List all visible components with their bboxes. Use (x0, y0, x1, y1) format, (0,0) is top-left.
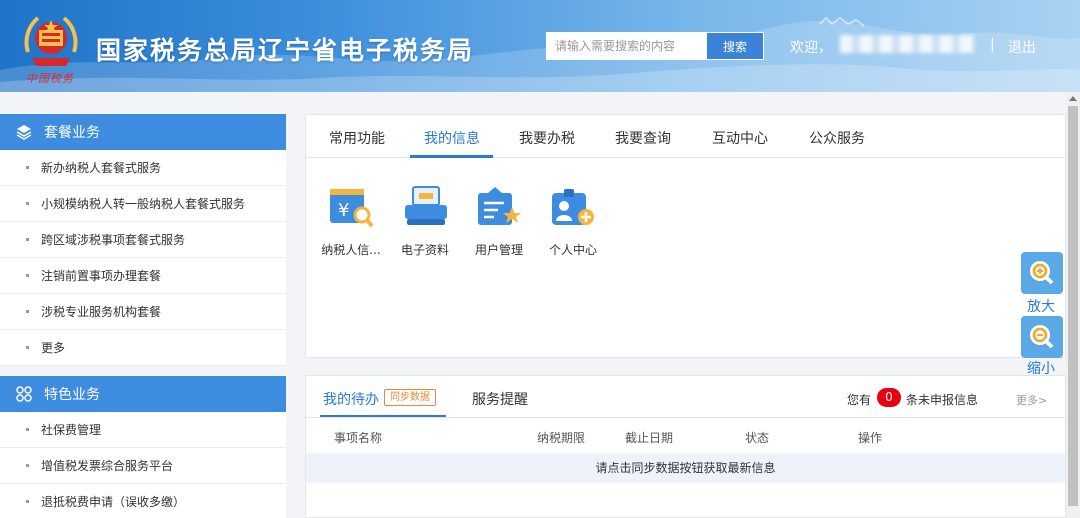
sidebar-item-cross-region[interactable]: 跨区域涉税事项套餐式服务 (0, 222, 286, 258)
scroll-up-arrow-icon[interactable] (1069, 96, 1077, 101)
app-label-taxpayer-info[interactable]: 纳税人信... (314, 241, 388, 258)
scroll-thumb[interactable] (1068, 106, 1078, 506)
active-tab-indicator (320, 415, 446, 417)
sidebar-item-label: 更多 (41, 341, 66, 355)
sidebar-section-title: 特色业务 (44, 387, 100, 403)
personal-center-icon[interactable] (550, 185, 596, 229)
column-header-status: 状态 (745, 431, 770, 445)
sidebar-item-new-taxpayer[interactable]: 新办纳税人套餐式服务 (0, 150, 286, 186)
vertical-scrollbar[interactable] (1066, 92, 1080, 518)
app-label-personal-center[interactable]: 个人中心 (536, 241, 610, 258)
sidebar-section-title: 套餐业务 (44, 125, 100, 141)
site-header: 中国税务 国家税务总局辽宁省电子税务局 搜索 欢迎， | 退出 (0, 0, 1080, 92)
sidebar-item-social-insurance[interactable]: 社保费管理 (0, 412, 286, 448)
zoom-in-button[interactable] (1021, 252, 1063, 294)
zoom-in-label[interactable]: 放大 (1027, 296, 1055, 316)
zoom-out-label[interactable]: 缩小 (1027, 358, 1055, 378)
svg-text:¥: ¥ (338, 200, 349, 221)
todo-panel: 我的待办 同步数据 服务提醒 您有 0 条未申报信息 更多> 事项名称 纳税期限… (305, 375, 1066, 518)
masked-username (840, 35, 975, 53)
column-header-deadline: 截止日期 (625, 431, 674, 445)
more-link[interactable]: 更多> (1016, 392, 1047, 408)
sidebar-item-label: 退抵税费申请（误收多缴） (41, 495, 186, 509)
zoom-out-icon (1030, 325, 1054, 349)
tab-my-info[interactable]: 我的信息 (424, 128, 480, 148)
grid-icon (16, 386, 32, 402)
sidebar-item-more[interactable]: 更多 (0, 330, 286, 366)
my-info-panel: 常用功能 我的信息 我要办税 我要查询 互动中心 公众服务 ¥ 纳税人信... … (305, 114, 1066, 358)
tab-query[interactable]: 我要查询 (615, 128, 671, 148)
app-label-electronic-docs[interactable]: 电子资料 (388, 241, 462, 258)
tab-public-service[interactable]: 公众服务 (809, 128, 865, 148)
sidebar-item-label: 小规模纳税人转一般纳税人套餐式服务 (41, 197, 246, 211)
app-label-user-management[interactable]: 用户管理 (462, 241, 536, 258)
sidebar: 套餐业务 新办纳税人套餐式服务 小规模纳税人转一般纳税人套餐式服务 跨区域涉税事… (0, 114, 286, 518)
tab-service-reminder[interactable]: 服务提醒 (472, 389, 528, 409)
zoom-out-button[interactable] (1021, 316, 1063, 358)
sidebar-item-vat-invoice[interactable]: 增值税发票综合服务平台 (0, 448, 286, 484)
logout-link[interactable]: 退出 (1008, 37, 1036, 57)
sidebar-gap (0, 366, 286, 376)
pending-prefix: 您有 (847, 393, 872, 407)
welcome-text: 欢迎， (790, 40, 832, 56)
sidebar-section-package[interactable]: 套餐业务 (0, 114, 286, 150)
sidebar-item-tax-agency[interactable]: 涉税专业服务机构套餐 (0, 294, 286, 330)
layers-icon (16, 125, 32, 140)
active-tab-indicator (410, 155, 493, 158)
sidebar-section-featured[interactable]: 特色业务 (0, 376, 286, 412)
tabs-divider (306, 417, 1065, 418)
column-header-actions: 操作 (858, 431, 883, 445)
pending-suffix: 条未申报信息 (906, 393, 979, 407)
scanner-icon[interactable] (403, 185, 449, 229)
header-separator: | (990, 37, 995, 53)
tab-interaction-center[interactable]: 互动中心 (712, 128, 768, 148)
search-button[interactable]: 搜索 (706, 32, 764, 60)
sidebar-item-small-to-general[interactable]: 小规模纳税人转一般纳税人套餐式服务 (0, 186, 286, 222)
sidebar-item-label: 跨区域涉税事项套餐式服务 (41, 233, 186, 247)
sync-data-button[interactable]: 同步数据 (384, 389, 436, 406)
sidebar-item-label: 增值税发票综合服务平台 (41, 459, 174, 473)
sidebar-item-refund[interactable]: 退抵税费申请（误收多缴） (0, 484, 286, 518)
main-tabs: 常用功能 我的信息 我要办税 我要查询 互动中心 公众服务 (306, 115, 1065, 158)
column-header-tax-period: 纳税期限 (537, 431, 586, 445)
tab-common-functions[interactable]: 常用功能 (329, 128, 385, 148)
tax-emblem-logo (24, 16, 78, 66)
zoom-in-icon (1030, 261, 1054, 285)
sidebar-item-deregistration[interactable]: 注销前置事项办理套餐 (0, 258, 286, 294)
search-input[interactable] (546, 32, 706, 60)
site-title: 国家税务总局辽宁省电子税务局 (96, 36, 475, 65)
sync-info-message: 请点击同步数据按钮获取最新信息 (306, 453, 1065, 483)
sidebar-item-label: 涉税专业服务机构套餐 (41, 305, 162, 319)
sidebar-item-label: 新办纳税人套餐式服务 (41, 161, 162, 175)
sidebar-item-label: 社保费管理 (41, 423, 102, 437)
sidebar-item-label: 注销前置事项办理套餐 (41, 269, 162, 283)
emblem-script-text: 中国税务 (26, 72, 74, 85)
column-header-item-name: 事项名称 (334, 431, 383, 445)
pending-count-badge: 0 (877, 388, 901, 407)
user-management-icon[interactable] (476, 185, 522, 229)
tab-tax-filing[interactable]: 我要办税 (519, 128, 575, 148)
taxpayer-info-icon[interactable]: ¥ (328, 185, 374, 229)
tab-my-todo[interactable]: 我的待办 (323, 389, 379, 409)
